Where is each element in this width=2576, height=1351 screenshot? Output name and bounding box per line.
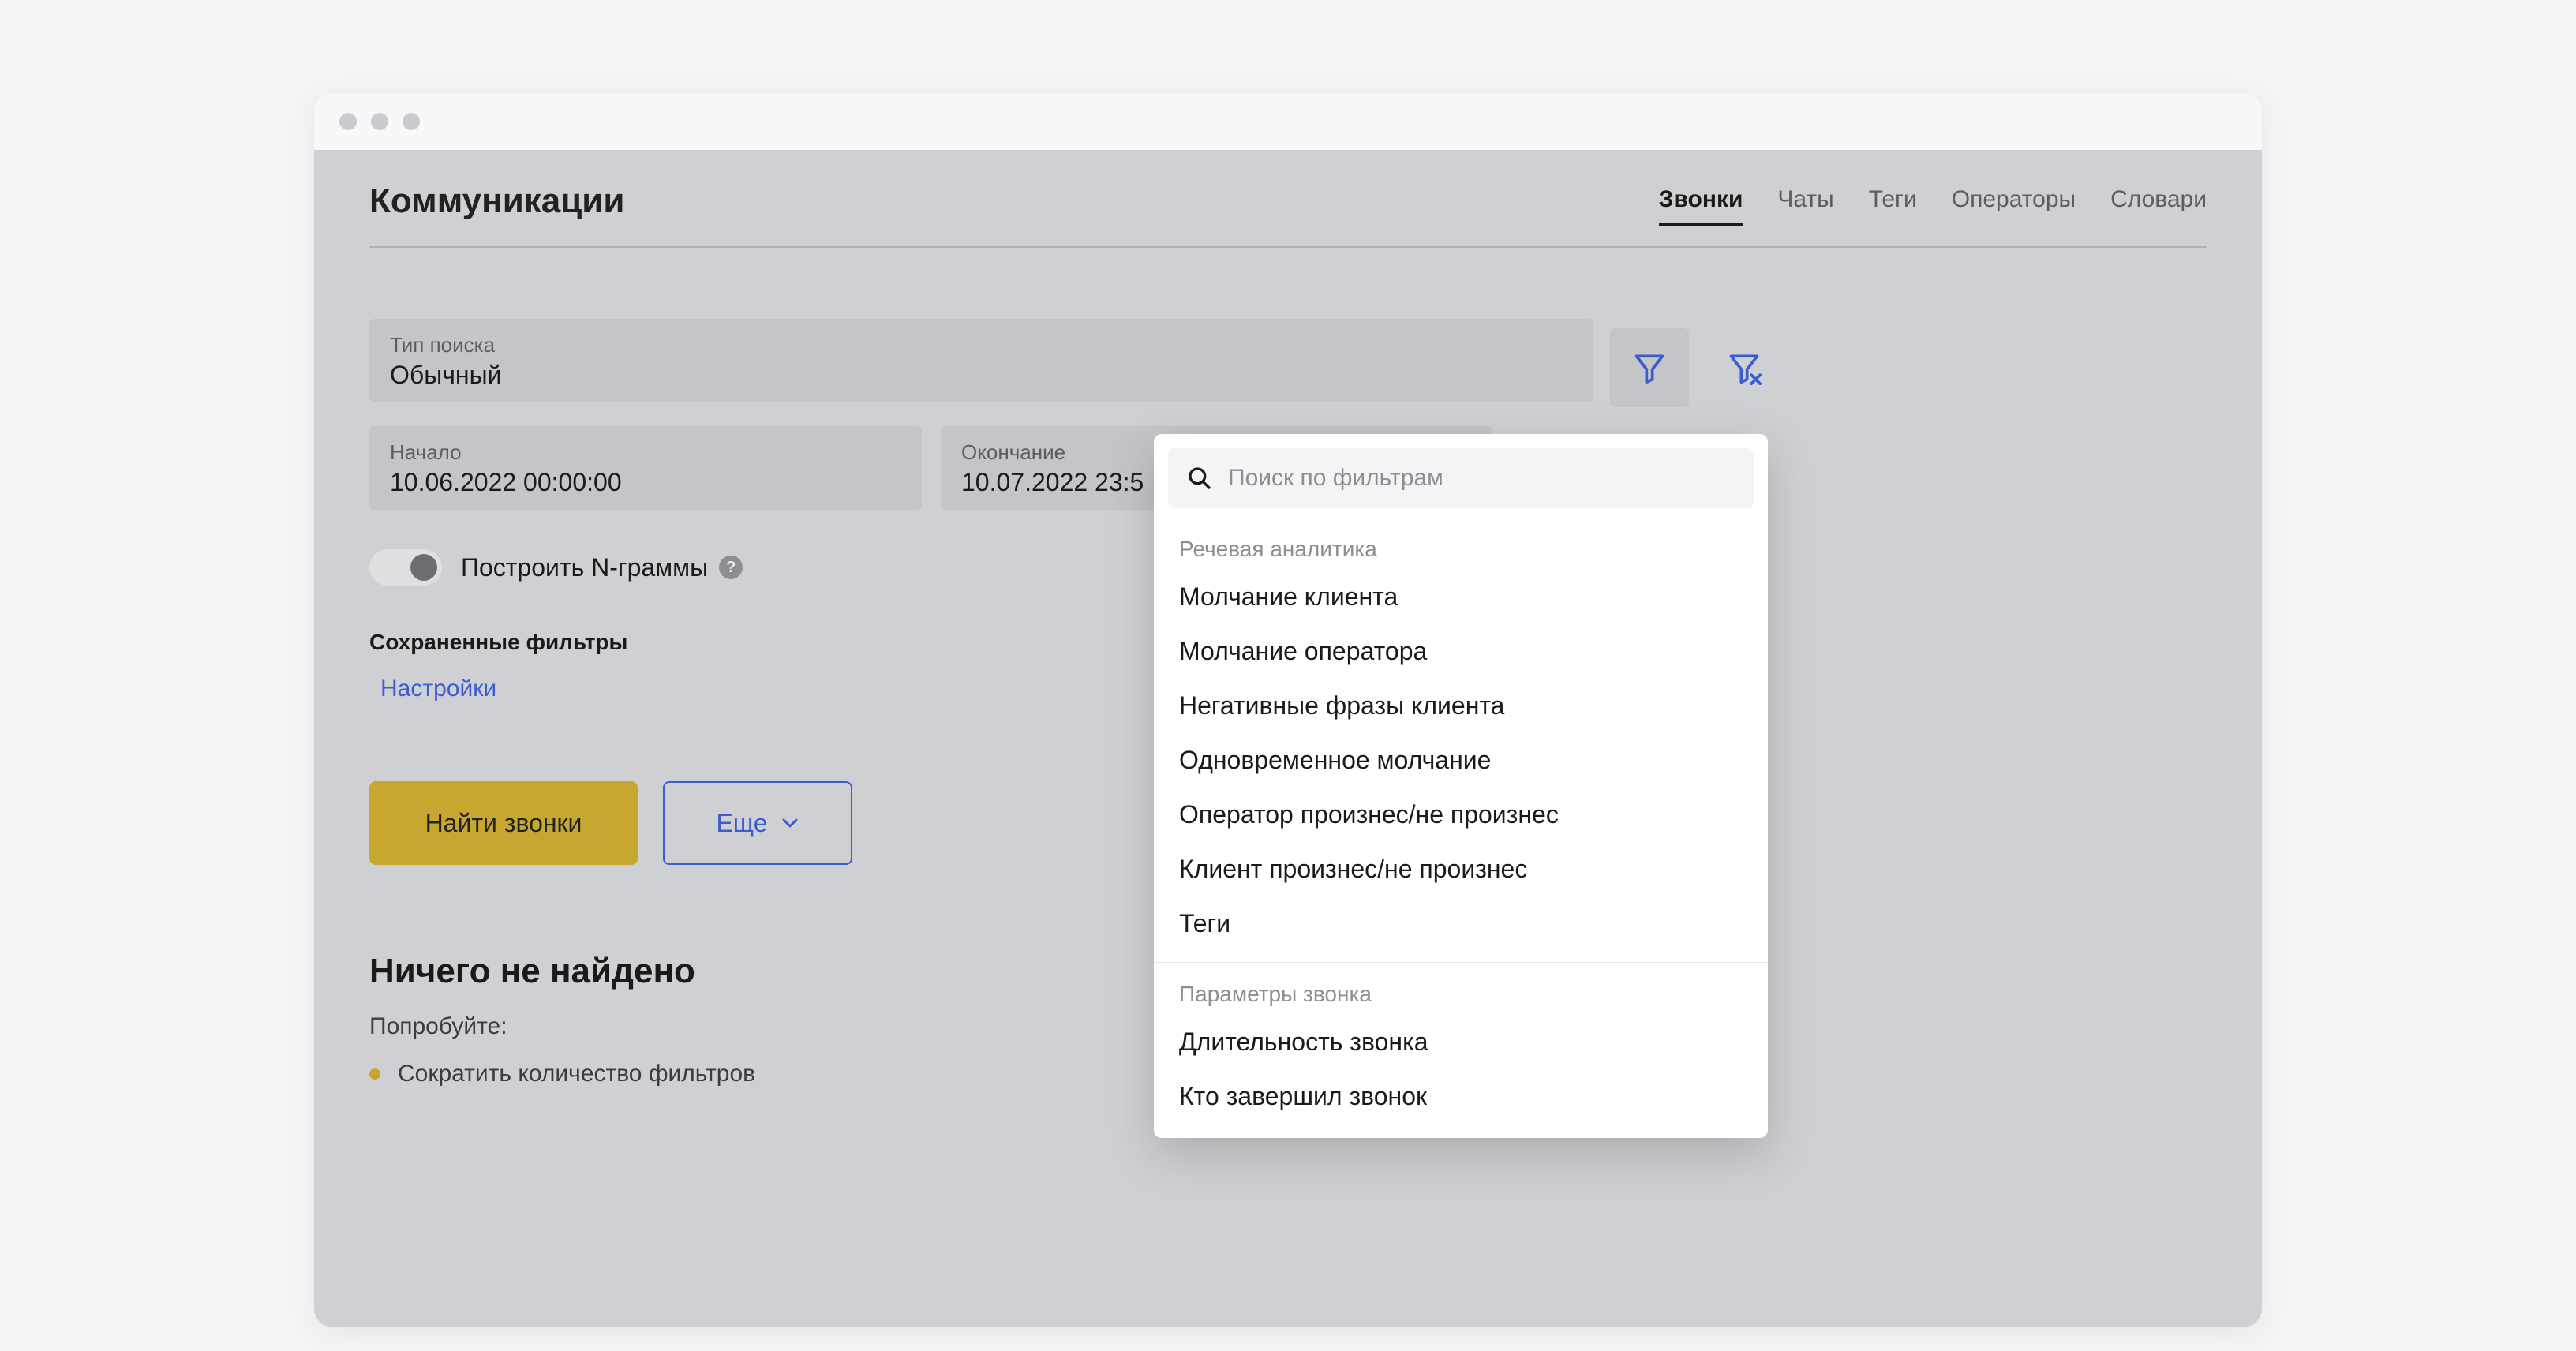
date-start-field[interactable]: Начало 10.06.2022 00:00:00	[369, 426, 922, 510]
tab-tags[interactable]: Теги	[1869, 186, 1917, 223]
tab-calls[interactable]: Звонки	[1659, 186, 1743, 226]
window-dot	[371, 113, 388, 130]
page-title: Коммуникации	[369, 182, 624, 221]
filter-group-title: Параметры звонка	[1154, 967, 1768, 1015]
window-dot	[402, 113, 420, 130]
filter-option[interactable]: Одновременное молчание	[1154, 733, 1768, 788]
search-type-value: Обычный	[390, 361, 1572, 390]
filter-option[interactable]: Молчание клиента	[1154, 570, 1768, 624]
funnel-icon	[1632, 350, 1667, 385]
filter-option[interactable]: Длительность звонка	[1154, 1015, 1768, 1069]
filter-search-field[interactable]	[1168, 448, 1754, 508]
chevron-down-icon	[781, 814, 799, 833]
ngram-toggle-label: Построить N-граммы ?	[461, 553, 743, 582]
filter-option[interactable]: Негативные фразы клиента	[1154, 679, 1768, 733]
more-button[interactable]: Еще	[663, 781, 852, 865]
help-icon[interactable]: ?	[719, 556, 743, 579]
date-start-label: Начало	[390, 440, 901, 465]
search-icon	[1187, 466, 1212, 491]
filter-option[interactable]: Кто завершил звонок	[1154, 1069, 1768, 1124]
ngram-toggle[interactable]	[369, 549, 442, 586]
clear-filters-button[interactable]	[1705, 328, 1784, 407]
filter-popover: Речевая аналитика Молчание клиента Молча…	[1154, 434, 1768, 1138]
date-start-value: 10.06.2022 00:00:00	[390, 468, 901, 497]
filter-option[interactable]: Клиент произнес/не произнес	[1154, 842, 1768, 896]
add-filter-button[interactable]	[1610, 328, 1689, 407]
find-calls-button[interactable]: Найти звонки	[369, 781, 638, 865]
bullet-icon	[369, 1068, 380, 1080]
filter-option[interactable]: Теги	[1154, 896, 1768, 951]
toggle-knob	[410, 554, 437, 581]
funnel-clear-icon	[1727, 350, 1762, 385]
filter-option[interactable]: Молчание оператора	[1154, 624, 1768, 679]
window-titlebar	[314, 93, 2262, 150]
tabs: Звонки Чаты Теги Операторы Словари	[1659, 182, 2207, 223]
separator	[1154, 962, 1768, 963]
search-type-label: Тип поиска	[390, 333, 1572, 357]
search-type-field[interactable]: Тип поиска Обычный	[369, 319, 1593, 402]
filter-option[interactable]: Оператор произнес/не произнес	[1154, 788, 1768, 842]
tab-operators[interactable]: Операторы	[1952, 186, 2076, 223]
filter-search-input[interactable]	[1228, 465, 1735, 492]
filter-group-title: Речевая аналитика	[1154, 522, 1768, 570]
tab-chats[interactable]: Чаты	[1777, 186, 1833, 223]
window-dot	[339, 113, 357, 130]
tab-dictionaries[interactable]: Словари	[2110, 186, 2207, 223]
